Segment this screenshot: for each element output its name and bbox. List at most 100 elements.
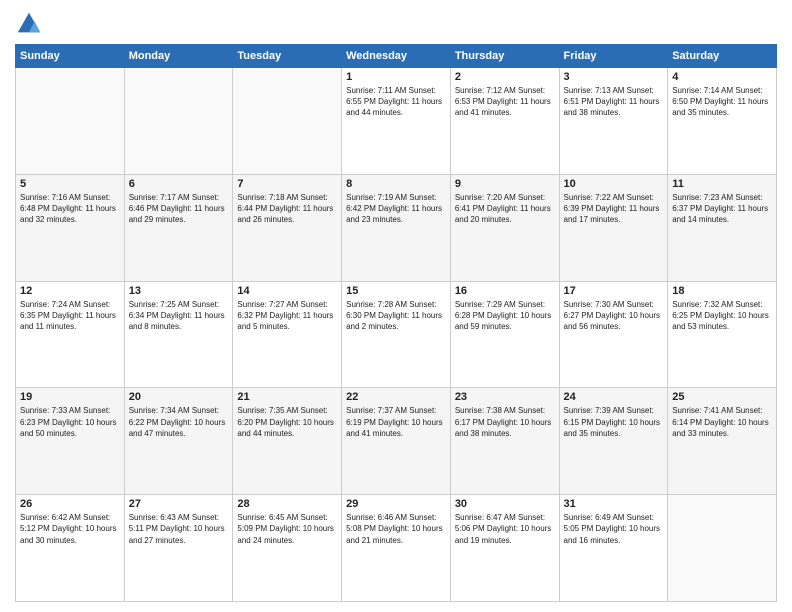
day-number: 21 xyxy=(237,391,337,403)
calendar-cell: 29 Sunrise: 6:46 AM Sunset: 5:08 PM Dayli… xyxy=(342,495,451,602)
day-number: 9 xyxy=(455,178,555,190)
calendar-day-header: Sunday xyxy=(16,45,125,68)
day-number: 27 xyxy=(129,498,229,510)
calendar-cell xyxy=(16,68,125,175)
calendar-cell: 26 Sunrise: 6:42 AM Sunset: 5:12 PM Dayli… xyxy=(16,495,125,602)
calendar-cell: 6Sunrise: 7:17 AM Sunset: 6:46 PM Daylig… xyxy=(124,174,233,281)
day-number: 25 xyxy=(672,391,772,403)
day-content: Sunrise: 6:45 AM Sunset: 5:09 PM Dayligh… xyxy=(237,512,337,546)
calendar-cell xyxy=(233,68,342,175)
calendar-day-header: Tuesday xyxy=(233,45,342,68)
day-content: Sunrise: 7:38 AM Sunset: 6:17 PM Dayligh… xyxy=(455,405,555,439)
day-content: Sunrise: 7:34 AM Sunset: 6:22 PM Dayligh… xyxy=(129,405,229,439)
day-content: Sunrise: 7:18 AM Sunset: 6:44 PM Dayligh… xyxy=(237,192,337,226)
day-number: 1 xyxy=(346,71,446,83)
calendar-day-header: Monday xyxy=(124,45,233,68)
day-content: Sunrise: 7:30 AM Sunset: 6:27 PM Dayligh… xyxy=(564,299,664,333)
day-content: Sunrise: 7:33 AM Sunset: 6:23 PM Dayligh… xyxy=(20,405,120,439)
calendar-cell: 31 Sunrise: 6:49 AM Sunset: 5:05 PM Dayli… xyxy=(559,495,668,602)
day-number: 4 xyxy=(672,71,772,83)
calendar-cell: 18 Sunrise: 7:32 AM Sunset: 6:25 PM Dayli… xyxy=(668,281,777,388)
day-content: Sunrise: 7:13 AM Sunset: 6:51 PM Dayligh… xyxy=(564,85,664,119)
calendar-cell: 12 Sunrise: 7:24 AM Sunset: 6:35 PM Dayli… xyxy=(16,281,125,388)
logo-icon xyxy=(15,10,43,38)
day-number: 31 xyxy=(564,498,664,510)
calendar-week-row: 5Sunrise: 7:16 AM Sunset: 6:48 PM Daylig… xyxy=(16,174,777,281)
calendar-cell: 4 Sunrise: 7:14 AM Sunset: 6:50 PM Daylig… xyxy=(668,68,777,175)
day-content: Sunrise: 6:42 AM Sunset: 5:12 PM Dayligh… xyxy=(20,512,120,546)
day-content: Sunrise: 7:12 AM Sunset: 6:53 PM Dayligh… xyxy=(455,85,555,119)
day-content: Sunrise: 6:46 AM Sunset: 5:08 PM Dayligh… xyxy=(346,512,446,546)
day-number: 19 xyxy=(20,391,120,403)
day-number: 30 xyxy=(455,498,555,510)
page: SundayMondayTuesdayWednesdayThursdayFrid… xyxy=(0,0,792,612)
calendar-cell: 5Sunrise: 7:16 AM Sunset: 6:48 PM Daylig… xyxy=(16,174,125,281)
day-number: 22 xyxy=(346,391,446,403)
day-content: Sunrise: 7:11 AM Sunset: 6:55 PM Dayligh… xyxy=(346,85,446,119)
day-number: 23 xyxy=(455,391,555,403)
calendar-cell: 14 Sunrise: 7:27 AM Sunset: 6:32 PM Dayli… xyxy=(233,281,342,388)
calendar-cell: 27 Sunrise: 6:43 AM Sunset: 5:11 PM Dayli… xyxy=(124,495,233,602)
day-number: 2 xyxy=(455,71,555,83)
day-number: 18 xyxy=(672,285,772,297)
calendar-day-header: Friday xyxy=(559,45,668,68)
day-content: Sunrise: 7:20 AM Sunset: 6:41 PM Dayligh… xyxy=(455,192,555,226)
day-number: 12 xyxy=(20,285,120,297)
day-number: 24 xyxy=(564,391,664,403)
day-content: Sunrise: 7:27 AM Sunset: 6:32 PM Dayligh… xyxy=(237,299,337,333)
calendar-cell: 17Sunrise: 7:30 AM Sunset: 6:27 PM Dayli… xyxy=(559,281,668,388)
header xyxy=(15,10,777,38)
calendar-week-row: 12 Sunrise: 7:24 AM Sunset: 6:35 PM Dayli… xyxy=(16,281,777,388)
calendar-cell xyxy=(124,68,233,175)
calendar-cell: 24Sunrise: 7:39 AM Sunset: 6:15 PM Dayli… xyxy=(559,388,668,495)
day-content: Sunrise: 7:19 AM Sunset: 6:42 PM Dayligh… xyxy=(346,192,446,226)
day-number: 16 xyxy=(455,285,555,297)
calendar-cell: 25 Sunrise: 7:41 AM Sunset: 6:14 PM Dayli… xyxy=(668,388,777,495)
day-content: Sunrise: 6:43 AM Sunset: 5:11 PM Dayligh… xyxy=(129,512,229,546)
day-content: Sunrise: 7:14 AM Sunset: 6:50 PM Dayligh… xyxy=(672,85,772,119)
day-number: 7 xyxy=(237,178,337,190)
day-number: 28 xyxy=(237,498,337,510)
calendar-cell: 28 Sunrise: 6:45 AM Sunset: 5:09 PM Dayli… xyxy=(233,495,342,602)
calendar-cell: 15 Sunrise: 7:28 AM Sunset: 6:30 PM Dayli… xyxy=(342,281,451,388)
calendar-week-row: 19 Sunrise: 7:33 AM Sunset: 6:23 PM Dayli… xyxy=(16,388,777,495)
day-content: Sunrise: 7:16 AM Sunset: 6:48 PM Dayligh… xyxy=(20,192,120,226)
calendar-cell: 11Sunrise: 7:23 AM Sunset: 6:37 PM Dayli… xyxy=(668,174,777,281)
day-number: 15 xyxy=(346,285,446,297)
day-content: Sunrise: 7:28 AM Sunset: 6:30 PM Dayligh… xyxy=(346,299,446,333)
calendar-cell: 23 Sunrise: 7:38 AM Sunset: 6:17 PM Dayli… xyxy=(450,388,559,495)
calendar-cell: 20 Sunrise: 7:34 AM Sunset: 6:22 PM Dayli… xyxy=(124,388,233,495)
day-content: Sunrise: 7:37 AM Sunset: 6:19 PM Dayligh… xyxy=(346,405,446,439)
day-content: Sunrise: 7:29 AM Sunset: 6:28 PM Dayligh… xyxy=(455,299,555,333)
calendar-cell: 19 Sunrise: 7:33 AM Sunset: 6:23 PM Dayli… xyxy=(16,388,125,495)
day-number: 29 xyxy=(346,498,446,510)
calendar-cell: 16 Sunrise: 7:29 AM Sunset: 6:28 PM Dayli… xyxy=(450,281,559,388)
day-content: Sunrise: 7:24 AM Sunset: 6:35 PM Dayligh… xyxy=(20,299,120,333)
day-content: Sunrise: 6:49 AM Sunset: 5:05 PM Dayligh… xyxy=(564,512,664,546)
day-content: Sunrise: 7:17 AM Sunset: 6:46 PM Dayligh… xyxy=(129,192,229,226)
day-content: Sunrise: 7:35 AM Sunset: 6:20 PM Dayligh… xyxy=(237,405,337,439)
day-content: Sunrise: 7:41 AM Sunset: 6:14 PM Dayligh… xyxy=(672,405,772,439)
day-content: Sunrise: 7:22 AM Sunset: 6:39 PM Dayligh… xyxy=(564,192,664,226)
day-number: 8 xyxy=(346,178,446,190)
calendar-cell: 22 Sunrise: 7:37 AM Sunset: 6:19 PM Dayli… xyxy=(342,388,451,495)
calendar-week-row: 1 Sunrise: 7:11 AM Sunset: 6:55 PM Daylig… xyxy=(16,68,777,175)
day-number: 20 xyxy=(129,391,229,403)
calendar-cell: 9 Sunrise: 7:20 AM Sunset: 6:41 PM Daylig… xyxy=(450,174,559,281)
day-content: Sunrise: 6:47 AM Sunset: 5:06 PM Dayligh… xyxy=(455,512,555,546)
calendar-cell: 1 Sunrise: 7:11 AM Sunset: 6:55 PM Daylig… xyxy=(342,68,451,175)
day-number: 3 xyxy=(564,71,664,83)
calendar-cell xyxy=(668,495,777,602)
day-number: 13 xyxy=(129,285,229,297)
day-number: 11 xyxy=(672,178,772,190)
day-number: 26 xyxy=(20,498,120,510)
calendar-day-header: Saturday xyxy=(668,45,777,68)
calendar-day-header: Thursday xyxy=(450,45,559,68)
calendar-cell: 7 Sunrise: 7:18 AM Sunset: 6:44 PM Daylig… xyxy=(233,174,342,281)
day-number: 14 xyxy=(237,285,337,297)
calendar-cell: 10Sunrise: 7:22 AM Sunset: 6:39 PM Dayli… xyxy=(559,174,668,281)
day-content: Sunrise: 7:32 AM Sunset: 6:25 PM Dayligh… xyxy=(672,299,772,333)
calendar-cell: 2 Sunrise: 7:12 AM Sunset: 6:53 PM Daylig… xyxy=(450,68,559,175)
calendar-header-row: SundayMondayTuesdayWednesdayThursdayFrid… xyxy=(16,45,777,68)
calendar-cell: 30 Sunrise: 6:47 AM Sunset: 5:06 PM Dayli… xyxy=(450,495,559,602)
